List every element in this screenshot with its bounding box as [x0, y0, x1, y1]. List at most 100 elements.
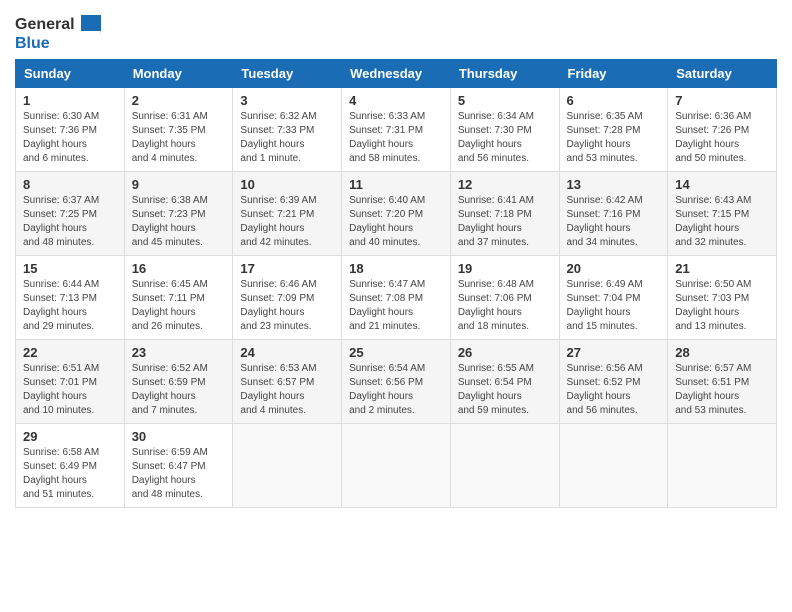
calendar-cell: 30Sunrise: 6:59 AMSunset: 6:47 PMDayligh… — [124, 424, 233, 508]
daylight-label: Daylight hours — [567, 139, 631, 150]
daylight-label: Daylight hours — [23, 391, 87, 402]
daylight-label: Daylight hours — [132, 391, 196, 402]
daylight-label: Daylight hours — [567, 391, 631, 402]
day-number: 7 — [675, 93, 769, 108]
daylight-label: Daylight hours — [240, 307, 304, 318]
day-info: Sunrise: 6:43 AMSunset: 7:15 PMDaylight … — [675, 194, 769, 250]
sunset-text: Sunset: 7:31 PM — [349, 125, 423, 136]
sunrise-text: Sunrise: 6:55 AM — [458, 363, 534, 374]
sunset-text: Sunset: 7:33 PM — [240, 125, 314, 136]
sunrise-text: Sunrise: 6:52 AM — [132, 363, 208, 374]
daylight-detail: and 37 minutes. — [458, 237, 529, 248]
daylight-label: Daylight hours — [23, 307, 87, 318]
daylight-label: Daylight hours — [567, 307, 631, 318]
sunrise-text: Sunrise: 6:44 AM — [23, 279, 99, 290]
day-number: 18 — [349, 261, 443, 276]
daylight-label: Daylight hours — [132, 139, 196, 150]
calendar-cell: 19Sunrise: 6:48 AMSunset: 7:06 PMDayligh… — [450, 256, 559, 340]
day-number: 15 — [23, 261, 117, 276]
daylight-detail: and 21 minutes. — [349, 321, 420, 332]
sunset-text: Sunset: 7:35 PM — [132, 125, 206, 136]
calendar-cell: 27Sunrise: 6:56 AMSunset: 6:52 PMDayligh… — [559, 340, 668, 424]
daylight-label: Daylight hours — [23, 475, 87, 486]
daylight-detail: and 50 minutes. — [675, 153, 746, 164]
page-header: General Blue — [15, 10, 777, 53]
sunset-text: Sunset: 7:11 PM — [132, 293, 205, 304]
daylight-label: Daylight hours — [240, 139, 304, 150]
calendar-cell: 4Sunrise: 6:33 AMSunset: 7:31 PMDaylight… — [342, 88, 451, 172]
daylight-detail: and 42 minutes. — [240, 237, 311, 248]
sunset-text: Sunset: 7:01 PM — [23, 377, 97, 388]
calendar-cell: 7Sunrise: 6:36 AMSunset: 7:26 PMDaylight… — [668, 88, 777, 172]
daylight-label: Daylight hours — [132, 475, 196, 486]
daylight-label: Daylight hours — [458, 307, 522, 318]
calendar-cell: 18Sunrise: 6:47 AMSunset: 7:08 PMDayligh… — [342, 256, 451, 340]
sunrise-text: Sunrise: 6:36 AM — [675, 111, 751, 122]
day-info: Sunrise: 6:56 AMSunset: 6:52 PMDaylight … — [567, 362, 661, 418]
daylight-label: Daylight hours — [240, 223, 304, 234]
daylight-label: Daylight hours — [675, 391, 739, 402]
daylight-detail: and 23 minutes. — [240, 321, 311, 332]
day-info: Sunrise: 6:39 AMSunset: 7:21 PMDaylight … — [240, 194, 334, 250]
day-info: Sunrise: 6:49 AMSunset: 7:04 PMDaylight … — [567, 278, 661, 334]
calendar-cell: 28Sunrise: 6:57 AMSunset: 6:51 PMDayligh… — [668, 340, 777, 424]
calendar-cell: 21Sunrise: 6:50 AMSunset: 7:03 PMDayligh… — [668, 256, 777, 340]
day-number: 19 — [458, 261, 552, 276]
day-number: 2 — [132, 93, 226, 108]
daylight-detail: and 53 minutes. — [567, 153, 638, 164]
sunset-text: Sunset: 6:52 PM — [567, 377, 641, 388]
sunset-text: Sunset: 7:08 PM — [349, 293, 423, 304]
day-number: 9 — [132, 177, 226, 192]
sunrise-text: Sunrise: 6:35 AM — [567, 111, 643, 122]
day-number: 3 — [240, 93, 334, 108]
sunset-text: Sunset: 6:47 PM — [132, 461, 206, 472]
day-of-week-header: Sunday — [16, 60, 125, 88]
day-info: Sunrise: 6:34 AMSunset: 7:30 PMDaylight … — [458, 110, 552, 166]
calendar-cell: 14Sunrise: 6:43 AMSunset: 7:15 PMDayligh… — [668, 172, 777, 256]
day-of-week-header: Thursday — [450, 60, 559, 88]
sunrise-text: Sunrise: 6:32 AM — [240, 111, 316, 122]
sunrise-text: Sunrise: 6:31 AM — [132, 111, 208, 122]
day-of-week-header: Tuesday — [233, 60, 342, 88]
daylight-detail: and 45 minutes. — [132, 237, 203, 248]
day-info: Sunrise: 6:38 AMSunset: 7:23 PMDaylight … — [132, 194, 226, 250]
sunrise-text: Sunrise: 6:51 AM — [23, 363, 99, 374]
day-number: 25 — [349, 345, 443, 360]
day-info: Sunrise: 6:58 AMSunset: 6:49 PMDaylight … — [23, 446, 117, 502]
sunrise-text: Sunrise: 6:38 AM — [132, 195, 208, 206]
calendar-week-row: 29Sunrise: 6:58 AMSunset: 6:49 PMDayligh… — [16, 424, 777, 508]
daylight-detail: and 15 minutes. — [567, 321, 638, 332]
daylight-detail: and 58 minutes. — [349, 153, 420, 164]
calendar-week-row: 22Sunrise: 6:51 AMSunset: 7:01 PMDayligh… — [16, 340, 777, 424]
day-number: 14 — [675, 177, 769, 192]
day-info: Sunrise: 6:52 AM Sunset: 6:59 PM Daylight … — [132, 362, 226, 418]
sunrise-text: Sunrise: 6:50 AM — [675, 279, 751, 290]
sunrise-text: Sunrise: 6:42 AM — [567, 195, 643, 206]
day-number: 20 — [567, 261, 661, 276]
sunset-text: Sunset: 6:57 PM — [240, 377, 314, 388]
sunrise-text: Sunrise: 6:41 AM — [458, 195, 534, 206]
calendar-cell: 29Sunrise: 6:58 AMSunset: 6:49 PMDayligh… — [16, 424, 125, 508]
sunset-text: Sunset: 7:15 PM — [675, 209, 749, 220]
day-info: Sunrise: 6:57 AMSunset: 6:51 PMDaylight … — [675, 362, 769, 418]
day-info: Sunrise: 6:33 AMSunset: 7:31 PMDaylight … — [349, 110, 443, 166]
daylight-label: Daylight hours — [349, 391, 413, 402]
calendar-week-row: 8Sunrise: 6:37 AMSunset: 7:25 PMDaylight… — [16, 172, 777, 256]
sunrise-text: Sunrise: 6:54 AM — [349, 363, 425, 374]
daylight-label: Daylight hours — [458, 391, 522, 402]
calendar-cell: 5Sunrise: 6:34 AMSunset: 7:30 PMDaylight… — [450, 88, 559, 172]
sunset-text: Sunset: 7:28 PM — [567, 125, 641, 136]
sunrise-text: Sunrise: 6:33 AM — [349, 111, 425, 122]
daylight-detail: and 56 minutes. — [567, 405, 638, 416]
sunset-text: Sunset: 7:13 PM — [23, 293, 97, 304]
sunrise-text: Sunrise: 6:43 AM — [675, 195, 751, 206]
day-number: 6 — [567, 93, 661, 108]
sunset-text: Sunset: 6:59 PM — [132, 377, 206, 388]
sunrise-text: Sunrise: 6:47 AM — [349, 279, 425, 290]
daylight-label: Daylight hours — [458, 223, 522, 234]
daylight-detail: and 34 minutes. — [567, 237, 638, 248]
daylight-detail: and 48 minutes. — [132, 489, 203, 500]
daylight-detail: and 29 minutes. — [23, 321, 94, 332]
calendar-week-row: 1Sunrise: 6:30 AMSunset: 7:36 PMDaylight… — [16, 88, 777, 172]
day-info: Sunrise: 6:59 AMSunset: 6:47 PMDaylight … — [132, 446, 226, 502]
